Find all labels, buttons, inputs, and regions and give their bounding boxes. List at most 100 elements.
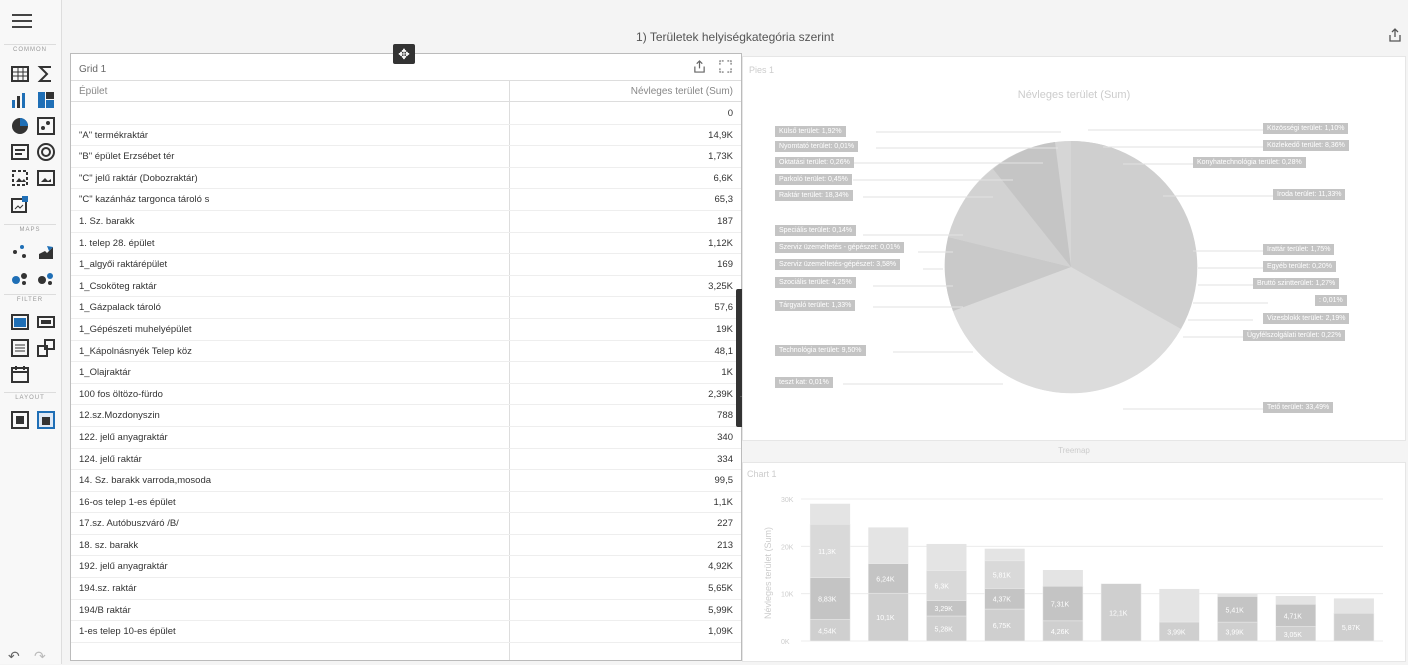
picture-icon[interactable] [36,168,56,188]
table-row[interactable]: 1_Kápolnásnyék Telep köz 48,1 [71,341,741,363]
building-name-cell: 194.sz. raktár [79,583,137,595]
section-common-label: COMMON [4,44,56,53]
pie-slice-label: teszt kat: 0,01% [775,377,833,388]
building-name-cell: 100 fos öltözo-fürdo [79,388,163,400]
bar-data-label: 10,1K [876,615,895,622]
scatter-icon[interactable] [36,116,56,136]
section-layout-label: LAYOUT [4,392,56,401]
pie-slice-label: Ügyfélszolgálati terület: 0,22% [1243,330,1346,341]
bar-data-label: 3,99K [1167,630,1186,637]
column-header-building[interactable]: Épület [79,86,107,97]
y-tick-label: 20K [781,544,794,551]
treemap-icon[interactable] [36,90,56,110]
area-value-cell: 1,1K [713,496,733,508]
building-name-cell: 1_Kápolnásnyék Telep köz [79,345,192,357]
building-name-cell: 192. jelű anyagraktár [79,561,168,573]
table-row[interactable]: 1_Gépészeti muhelyépület 19K [71,319,741,341]
building-name-cell: "C" kazánház targonca tároló s [79,194,210,206]
table-row[interactable]: "A" termékraktár 14,9K [71,125,741,147]
tab-treemap[interactable]: Treemap [742,446,1406,460]
table-row[interactable]: 100 fos öltözo-fürdo 2,39K [71,384,741,406]
bar-data-label: 5,28K [935,627,954,634]
pie-slice-label: Speciális terület: 0,14% [775,225,857,236]
bar-data-label: 5,41K [1226,607,1245,614]
table-row[interactable]: 124. jelű raktár 334 [71,449,741,471]
grid-export-icon[interactable] [693,60,706,73]
building-name-cell: 1_algyői raktárépület [79,259,168,271]
table-row[interactable]: 14. Sz. barakk varroda,mosoda 99,5 [71,470,741,492]
table-row[interactable]: 1_Olajraktár 1K [71,362,741,384]
gauge-icon[interactable] [36,142,56,162]
building-name-cell: 1_Olajraktár [79,367,131,379]
table-row[interactable]: "C" kazánház targonca tároló s 65,3 [71,189,741,211]
bubble-map-icon[interactable] [10,268,30,288]
tree-view-icon[interactable] [36,338,56,358]
building-name-cell: 124. jelű raktár [79,453,142,465]
sum-icon[interactable] [36,64,56,84]
grid-panel: Grid 1 Épület Névleges terület (Sum) 0 "A… [70,53,742,661]
table-row[interactable]: 16-os telep 1-es épület 1,1K [71,492,741,514]
bar-data-label: 5,87K [1342,625,1361,632]
building-name-cell: 14. Sz. barakk varroda,mosoda [79,475,212,487]
table-row[interactable]: 1_Gázpalack tároló 57,6 [71,297,741,319]
undo-icon[interactable]: ↶ [8,648,20,665]
tab-container-icon[interactable] [36,410,56,430]
table-row[interactable]: 122. jelű anyagraktár 340 [71,427,741,449]
card-icon[interactable] [10,142,30,162]
y-axis-label: Névleges terület (Sum) [763,527,773,619]
table-row[interactable]: 1. telep 28. épület 1,12K [71,233,741,255]
building-name-cell: 194/B raktár [79,604,131,616]
table-row[interactable]: "B" épület Erzsébet tér 1,73K [71,146,741,168]
bar-data-label: 7,31K [1051,602,1070,609]
area-value-cell: 65,3 [714,194,734,206]
table-row[interactable]: 0 [71,103,741,125]
pie-chart-icon[interactable] [10,116,30,136]
image-icon[interactable] [10,168,30,188]
date-filter-icon[interactable] [10,364,30,384]
pie-slice-label: Parkoló terület: 0,45% [775,174,852,185]
building-name-cell: 1. telep 28. épület [79,237,155,249]
building-name-cell: 1_Csoköteg raktár [79,280,157,292]
area-value-cell: 3,25K [708,280,733,292]
column-header-area[interactable]: Névleges terület (Sum) [631,86,733,97]
area-value-cell: 0 [727,108,733,119]
bar-chart-icon[interactable] [10,90,30,110]
grid-item-icon[interactable] [10,64,30,84]
combo-box-icon[interactable] [36,312,56,332]
menu-icon[interactable] [12,14,32,28]
bar-data-label: 4,71K [1284,613,1303,620]
y-tick-label: 0K [781,639,790,646]
table-row[interactable]: 18. sz. barakk 213 [71,535,741,557]
bar-data-label: 3,05K [1284,632,1303,639]
building-name-cell: 17.sz. Autóbuszváró /B/ [79,518,179,530]
bar-data-label: 11,3K [818,549,836,556]
maximize-icon[interactable] [719,60,732,73]
range-filter-icon[interactable] [10,312,30,332]
table-row[interactable]: 1. Sz. barakk 187 [71,211,741,233]
move-handle-icon[interactable]: ✥ [393,44,415,64]
table-row[interactable]: 12.sz.Mozdonyszin 788 [71,405,741,427]
list-box-icon[interactable] [10,338,30,358]
area-value-cell: 169 [717,259,733,271]
bar-data-label: 8,83K [818,597,837,604]
table-row[interactable]: 1_Csoköteg raktár 3,25K [71,276,741,298]
table-row[interactable]: "C" jelű raktár (Dobozraktár) 6,6K [71,168,741,190]
group-icon[interactable] [10,410,30,430]
table-row[interactable]: 194.sz. raktár 5,65K [71,578,741,600]
table-row[interactable]: 194/B raktár 5,99K [71,600,741,622]
geo-point-map-icon[interactable] [10,242,30,262]
choropleth-map-icon[interactable] [36,242,56,262]
table-row[interactable]: 192. jelű anyagraktár 4,92K [71,556,741,579]
dashboard-export-icon[interactable] [1388,28,1402,42]
redo-icon[interactable]: ↷ [34,648,46,665]
pie-slice-label: Raktár terület: 18,34% [775,190,853,201]
pie-map-icon[interactable] [36,268,56,288]
pie-slice-label: Külső terület: 1,92% [775,126,846,137]
table-row[interactable]: 1-es telep 10-es épület 1,09K [71,621,741,643]
bound-image-icon[interactable] [10,194,30,214]
table-row[interactable]: 1_algyői raktárépület 169 [71,254,741,276]
bar-data-label: 12,1K [1109,610,1128,617]
table-row[interactable]: 17.sz. Autóbuszváró /B/227 [71,513,741,535]
section-filter-label: FILTER [4,294,56,303]
bar-chart[interactable]: 0K 10K 20K 30K Névleges terület (Sum) 4,54K 8,… [743,463,1407,663]
